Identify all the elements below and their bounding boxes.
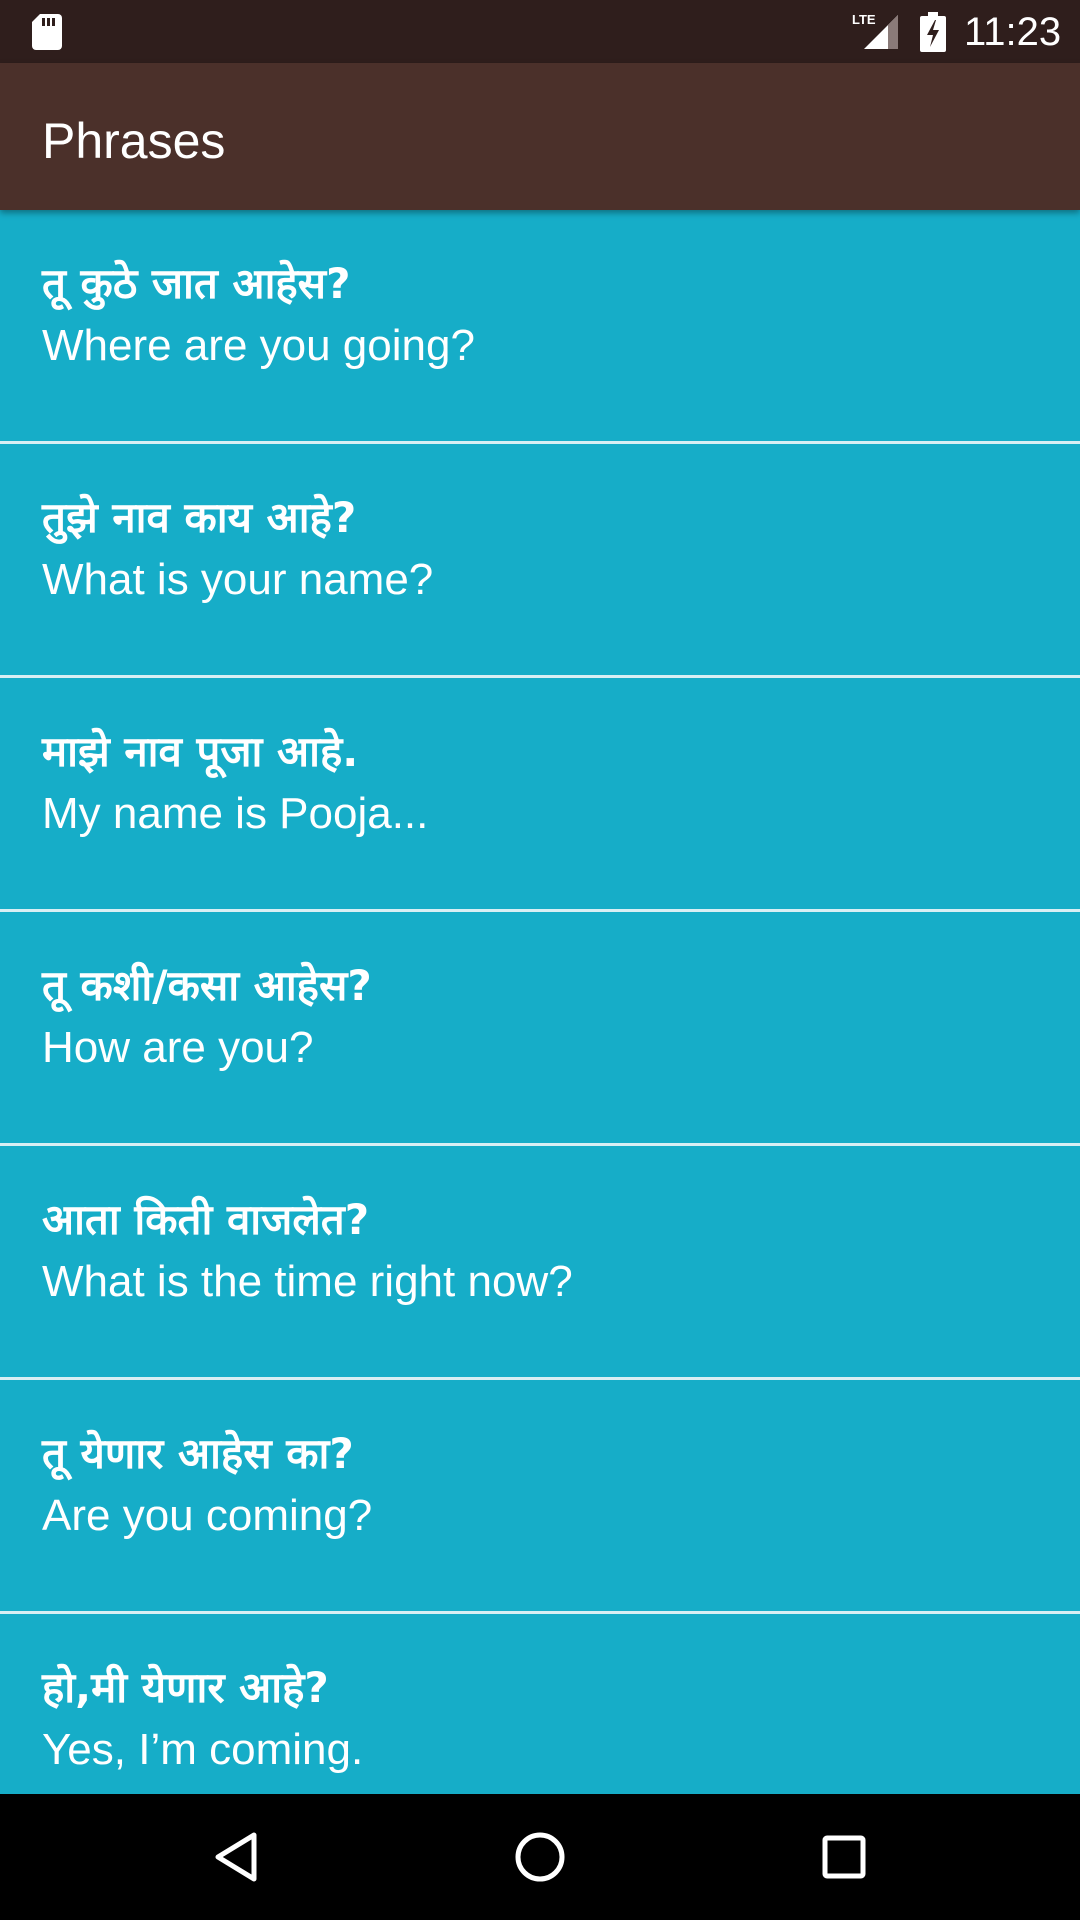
phrase-marathi-text: आता किती वाजलेत? [42, 1195, 370, 1244]
phrase-english-text: Yes, I’m coming. [42, 1725, 364, 1774]
back-button[interactable] [186, 1814, 286, 1900]
phrase-marathi-text: तू कशी/कसा आहेस? [42, 961, 372, 1010]
phrase-marathi-text: तू कुठे जात आहेस? [42, 259, 351, 308]
phrase-english-text: Are you coming? [42, 1491, 373, 1540]
status-bar: LTE 11:23 [0, 0, 1080, 63]
phrase-item-5[interactable]: आता किती वाजलेत? What is the time right … [0, 1146, 1080, 1380]
phrase-english-text: What is the time right now? [42, 1257, 573, 1306]
phrase-item-3[interactable]: माझे नाव पूजा आहे. My name is Pooja... [0, 678, 1080, 912]
phrase-marathi-text: तुझे नाव काय आहे? [42, 493, 357, 542]
lte-label: LTE [852, 12, 876, 27]
phrase-item-2[interactable]: तुझे नाव काय आहे? What is your name? [0, 444, 1080, 678]
phrase-marathi-text: माझे नाव पूजा आहे. [42, 727, 359, 776]
phrase-item-1[interactable]: तू कुठे जात आहेस? Where are you going? [0, 210, 1080, 444]
phrase-marathi-text: तू येणार आहेस का? [42, 1429, 354, 1478]
phrase-english-text: My name is Pooja... [42, 789, 429, 838]
page-title: Phrases [42, 113, 226, 169]
phrase-item-4[interactable]: तू कशी/कसा आहेस? How are you? [0, 912, 1080, 1146]
home-icon [515, 1832, 565, 1882]
sd-card-icon [32, 14, 62, 50]
phrase-item-7[interactable]: हो,मी येणार आहे? Yes, I’m coming. [0, 1614, 1080, 1794]
phrase-item-6[interactable]: तू येणार आहेस का? Are you coming? [0, 1380, 1080, 1614]
battery-charging-icon [920, 12, 946, 52]
phrase-english-text: How are you? [42, 1023, 314, 1072]
app-bar: Phrases [0, 63, 1080, 210]
status-time: 11:23 [964, 10, 1062, 54]
navigation-bar [0, 1794, 1080, 1920]
recents-button[interactable] [794, 1814, 894, 1900]
phrase-english-text: Where are you going? [42, 321, 475, 370]
recents-icon [822, 1835, 866, 1879]
back-icon [215, 1832, 257, 1882]
phrase-marathi-text: हो,मी येणार आहे? [42, 1663, 329, 1712]
lte-signal-icon: LTE [852, 11, 900, 51]
phrase-english-text: What is your name? [42, 555, 434, 604]
home-button[interactable] [490, 1814, 590, 1900]
phrase-list[interactable]: तू कुठे जात आहेस? Where are you going? त… [0, 210, 1080, 1794]
